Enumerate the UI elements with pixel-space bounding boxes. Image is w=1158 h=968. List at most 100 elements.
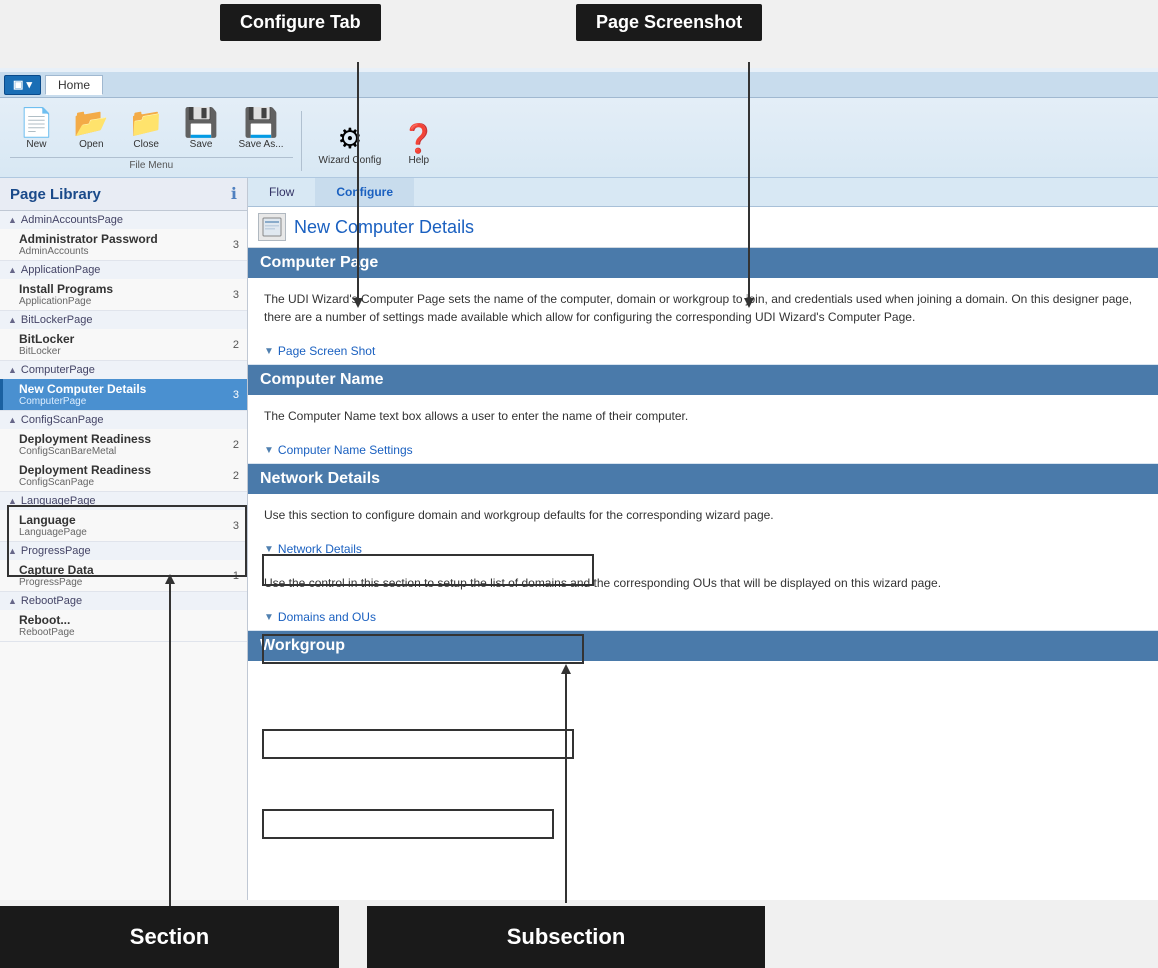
sidebar-group-language: ▲ LanguagePage Language LanguagePage 3 [0,492,247,542]
item-name: Install Programs [19,282,225,296]
sidebar-scroll[interactable]: ▲ AdminAccountsPage Administrator Passwo… [0,211,247,900]
page-screenshot-annotation: Page Screenshot [576,4,762,41]
item-sub: ConfigScanBareMetal [19,446,225,457]
wizard-config-button[interactable]: ⚙ Wizard Config [310,120,391,171]
save-as-button[interactable]: 💾 Save As... [230,104,293,155]
group-label-application: ApplicationPage [21,264,101,276]
ribbon-group-file: 📄 New 📂 Open 📁 Close 💾 Save [10,104,293,171]
subsection-label-network-details: Network Details [278,542,362,556]
item-badge: 2 [225,339,239,351]
ribbon-tabs: ▣ ▾ Home [0,72,1158,98]
sidebar-item-install-programs[interactable]: Install Programs ApplicationPage 3 [0,279,247,310]
sidebar-item-text: Language LanguagePage [19,513,225,538]
group-label-language: LanguagePage [21,495,96,507]
chevron-down-icon: ▼ [264,346,274,357]
open-button[interactable]: 📂 Open [65,104,118,155]
sidebar-group-header-configscan[interactable]: ▲ ConfigScanPage [0,411,247,429]
open-icon: 📂 [74,109,109,137]
group-label-admin: AdminAccountsPage [21,214,123,226]
wizard-config-icon: ⚙ [337,125,362,153]
subsection-label-page-screenshot: Page Screen Shot [278,344,375,358]
sidebar-group-header-progress[interactable]: ▲ ProgressPage [0,542,247,560]
chevron-down-icon: ▼ [264,612,274,623]
item-badge: 3 [225,289,239,301]
sidebar-item-text: Install Programs ApplicationPage [19,282,225,307]
item-sub: LanguagePage [19,527,225,538]
bottom-labels: Section Subsection [0,900,1158,968]
tab-configure[interactable]: Configure [315,178,414,206]
arrow-icon: ▲ [8,546,17,556]
sidebar-group-header-language[interactable]: ▲ LanguagePage [0,492,247,510]
save-as-label: Save As... [239,139,284,150]
section-header-computer-name[interactable]: Computer Name [248,365,1158,395]
subsection-link-computer-name[interactable]: ▼ Computer Name Settings [248,437,1158,463]
ribbon-separator [301,111,302,171]
page-icon-svg [261,216,283,238]
help-button[interactable]: ❓ Help [392,120,445,171]
sidebar-item-reboot[interactable]: Reboot... RebootPage [0,610,247,641]
sidebar-item-text: Deployment Readiness ConfigScanBareMetal [19,432,225,457]
sidebar-item-language[interactable]: Language LanguagePage 3 [0,510,247,541]
sidebar-header: Page Library ℹ [0,178,247,211]
sidebar-item-capture-data[interactable]: Capture Data ProgressPage 1 [0,560,247,591]
ribbon-tab-home[interactable]: Home [45,75,103,95]
item-name: Deployment Readiness [19,463,225,477]
sidebar-group-header-bitlocker[interactable]: ▲ BitLockerPage [0,311,247,329]
sidebar-title: Page Library [10,186,101,203]
ribbon: ▣ ▾ Home 📄 New 📂 Open 📁 Close [0,68,1158,178]
item-name: Deployment Readiness [19,432,225,446]
sidebar-item-deployment-configscan[interactable]: Deployment Readiness ConfigScanPage 2 [0,460,247,491]
sidebar-item-new-computer-details[interactable]: New Computer Details ComputerPage 3 [0,379,247,410]
configure-tab-annotation: Configure Tab [220,4,381,41]
sidebar-item-deployment-baremetal[interactable]: Deployment Readiness ConfigScanBareMetal… [0,429,247,460]
item-sub: BitLocker [19,346,225,357]
section-extra-body-network-details: Use the control in this section to setup… [248,562,1158,604]
content-pane: Flow Configure New Computer Details [248,178,1158,900]
subsection-link-page-screenshot[interactable]: ▼ Page Screen Shot [248,338,1158,364]
section-header-network-details[interactable]: Network Details [248,464,1158,494]
info-icon[interactable]: ℹ [231,184,237,204]
sidebar-group-reboot: ▲ RebootPage Reboot... RebootPage [0,592,247,642]
sidebar-group-header-application[interactable]: ▲ ApplicationPage [0,261,247,279]
subsection-label-domains-ous: Domains and OUs [278,610,376,624]
item-badge: 3 [225,520,239,532]
item-sub: ComputerPage [19,396,225,407]
sidebar-item-admin-password[interactable]: Administrator Password AdminAccounts 3 [0,229,247,260]
sidebar-group-header-admin[interactable]: ▲ AdminAccountsPage [0,211,247,229]
arrow-icon: ▲ [8,415,17,425]
item-name: New Computer Details [19,382,225,396]
sidebar-item-text: Administrator Password AdminAccounts [19,232,225,257]
tab-flow[interactable]: Flow [248,178,315,206]
sidebar-item-text: Reboot... RebootPage [19,613,225,638]
main-area: Page Library ℹ ▲ AdminAccountsPage Admin… [0,178,1158,900]
file-menu-label: File Menu [10,157,293,171]
new-button[interactable]: 📄 New [10,104,63,155]
close-icon: 📁 [129,109,164,137]
close-button[interactable]: 📁 Close [120,104,173,155]
group-label-configscan: ConfigScanPage [21,414,104,426]
group-label-bitlocker: BitLockerPage [21,314,93,326]
sidebar-group-bitlocker: ▲ BitLockerPage BitLocker BitLocker 2 [0,311,247,361]
subsection-link-domains-ous[interactable]: ▼ Domains and OUs [248,604,1158,630]
sidebar-group-header-computer[interactable]: ▲ ComputerPage [0,361,247,379]
section-header-workgroup[interactable]: Workgroup [248,631,1158,661]
item-sub: AdminAccounts [19,246,225,257]
content-scroll[interactable]: Computer Page The UDI Wizard's Computer … [248,248,1158,900]
app-button[interactable]: ▣ ▾ [4,75,41,95]
chevron-down-icon: ▼ [264,445,274,456]
arrow-icon: ▲ [8,315,17,325]
sidebar-group-header-reboot[interactable]: ▲ RebootPage [0,592,247,610]
open-label: Open [79,139,103,150]
item-name: Capture Data [19,563,225,577]
section-header-computer-page[interactable]: Computer Page [248,248,1158,278]
ribbon-buttons: 📄 New 📂 Open 📁 Close 💾 Save [10,104,293,155]
sidebar-item-bitlocker[interactable]: BitLocker BitLocker 2 [0,329,247,360]
save-button[interactable]: 💾 Save [175,104,228,155]
group-label-computer: ComputerPage [21,364,95,376]
wizard-config-label: Wizard Config [319,155,382,166]
sidebar-item-text: BitLocker BitLocker [19,332,225,357]
save-label: Save [190,139,213,150]
item-badge: 3 [225,389,239,401]
ribbon-content: 📄 New 📂 Open 📁 Close 💾 Save [0,98,1158,175]
subsection-link-network-details[interactable]: ▼ Network Details [248,536,1158,562]
